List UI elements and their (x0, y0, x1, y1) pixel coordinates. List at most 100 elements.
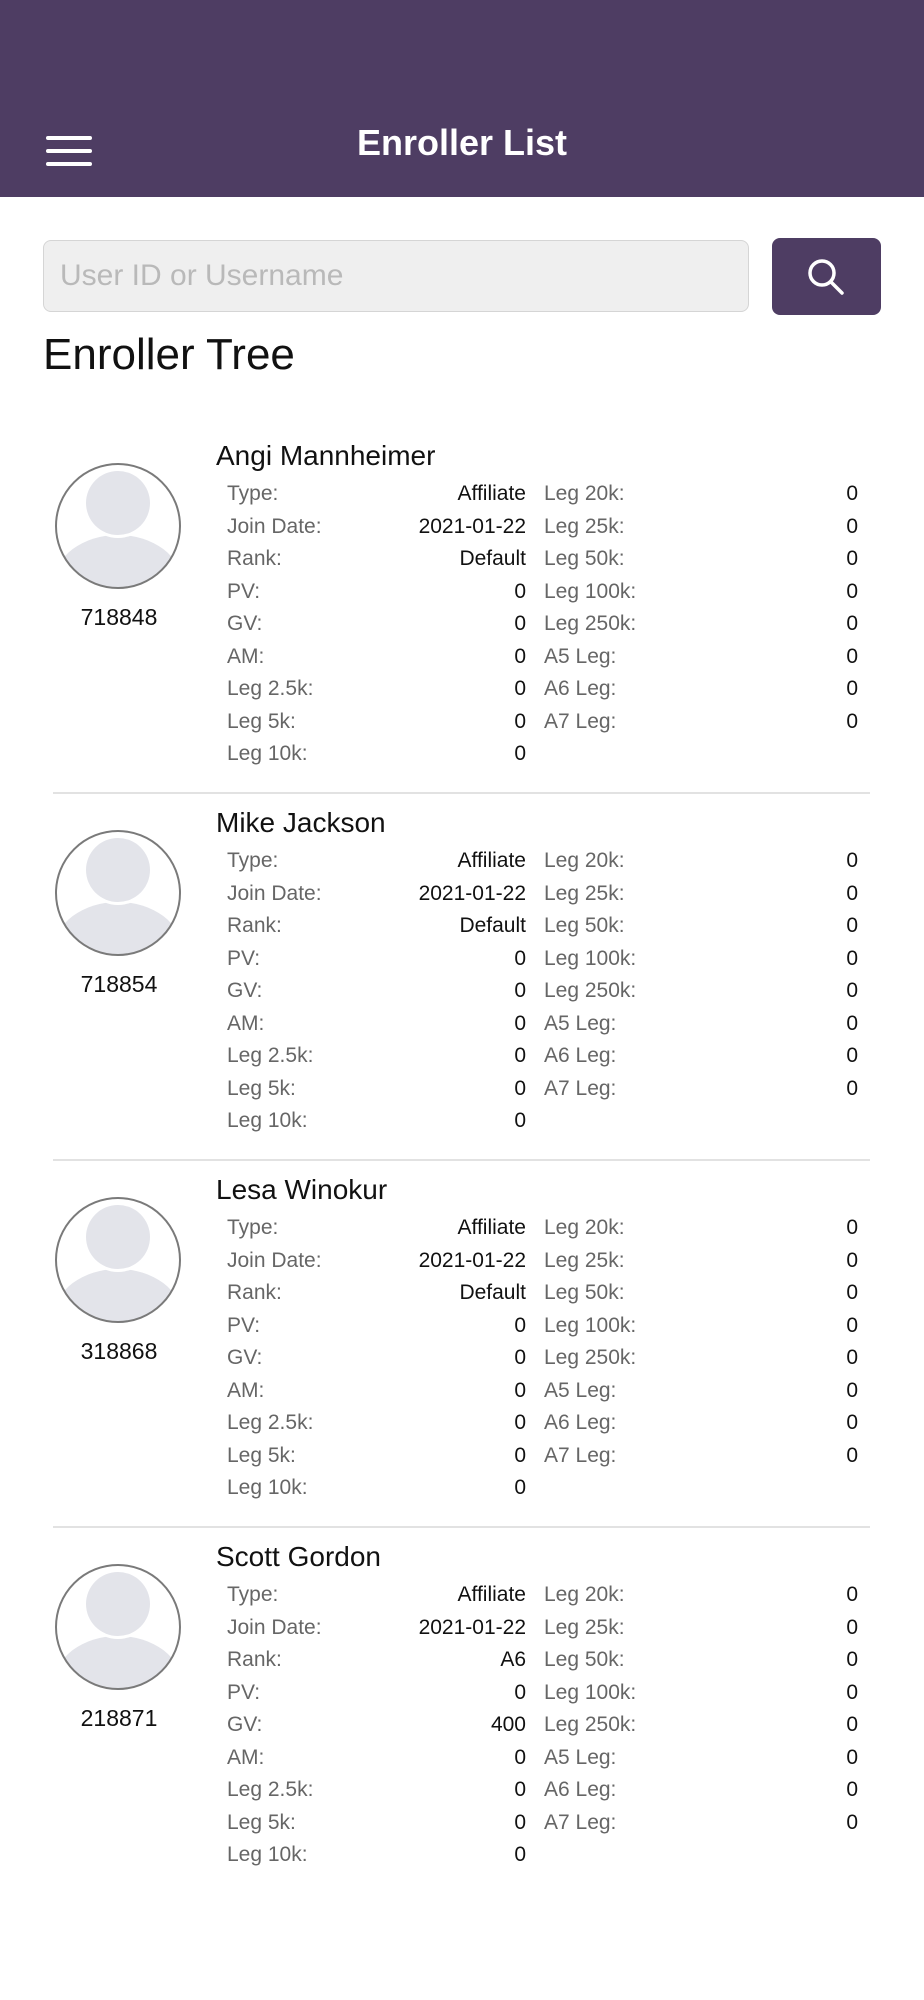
stat-row-leg-250k: Leg 250k: 0 (544, 976, 858, 1006)
search-icon (808, 259, 844, 295)
stat-value: 2021-01-22 (418, 1248, 526, 1272)
page-title: Enroller List (356, 122, 568, 163)
stat-label: Leg 20k: (544, 1583, 625, 1606)
stat-row-leg-50k: Leg 50k: 0 (544, 1645, 858, 1675)
stat-value: 0 (846, 1378, 858, 1402)
member-name[interactable]: Mike Jackson (216, 807, 386, 839)
stat-value: A6 (500, 1648, 526, 1671)
stat-label: Leg 20k: (544, 1216, 625, 1239)
stat-label: PV: (227, 1313, 261, 1337)
stat-row-a7-leg: A7 Leg: 0 (544, 1441, 858, 1471)
stat-value: 0 (846, 1346, 858, 1369)
stat-label: Leg 20k: (544, 849, 625, 872)
stat-label: Leg 5k: (227, 1443, 296, 1467)
stat-row-leg-25k: Leg 25k: 0 (544, 1246, 858, 1276)
stat-value: 0 (514, 1443, 526, 1467)
stat-value: 0 (846, 709, 858, 733)
stat-label: Leg 10k: (227, 1109, 308, 1132)
stat-value: 0 (846, 1281, 858, 1304)
stat-label: Leg 25k: (544, 514, 625, 538)
stat-label: A7 Leg: (544, 1076, 617, 1100)
stat-label: Leg 2.5k: (227, 1411, 314, 1434)
stat-row-leg-25k: Leg 25k: 0 (544, 1613, 858, 1643)
stat-value: 0 (846, 677, 858, 700)
stat-label: Leg 25k: (544, 1615, 625, 1639)
stat-label: A6 Leg: (544, 677, 617, 700)
stat-value: 0 (846, 946, 858, 970)
stat-row-rank: Rank: Default (227, 911, 526, 941)
stat-label: AM: (227, 1745, 265, 1769)
stat-label: Leg 2.5k: (227, 677, 314, 700)
enroller-card[interactable]: 718848 Angi Mannheimer Type: Affiliate Join … (0, 427, 924, 794)
stat-label: Type: (227, 1216, 279, 1239)
stat-label: Rank: (227, 1648, 282, 1671)
stat-label: Leg 2.5k: (227, 1778, 314, 1801)
stat-row-a6-leg: A6 Leg: 0 (544, 674, 858, 704)
stat-value: 2021-01-22 (418, 881, 526, 905)
stat-label: Leg 50k: (544, 914, 625, 937)
stat-label: Leg 10k: (227, 1476, 308, 1499)
stat-row-type: Type: Affiliate (227, 1213, 526, 1243)
stat-row-am: AM: 0 (227, 642, 526, 672)
stat-label: PV: (227, 946, 261, 970)
stat-label: AM: (227, 1378, 265, 1402)
stat-label: Rank: (227, 547, 282, 570)
enroller-card[interactable]: 318868 Lesa Winokur Type: Affiliate Join Dat… (0, 1161, 924, 1528)
stat-label: Join Date: (227, 1615, 322, 1639)
stat-value: Default (459, 547, 526, 570)
stat-label: GV: (227, 1346, 263, 1369)
user-avatar-icon (54, 829, 182, 957)
stat-value: 0 (514, 1346, 526, 1369)
stat-label: GV: (227, 979, 263, 1002)
stat-value: 0 (514, 677, 526, 700)
stat-value: 0 (514, 1745, 526, 1769)
stat-label: Join Date: (227, 1248, 322, 1272)
stat-row-gv: GV: 0 (227, 609, 526, 639)
enroller-card[interactable]: 718854 Mike Jackson Type: Affiliate Join Dat… (0, 794, 924, 1161)
stat-value: 0 (514, 1476, 526, 1499)
stat-row-join-date: Join Date: 2021-01-22 (227, 512, 526, 542)
stat-value: 400 (490, 1713, 526, 1736)
stat-value: 0 (846, 1583, 858, 1606)
member-name[interactable]: Scott Gordon (216, 1541, 381, 1573)
stat-label: Leg 5k: (227, 1076, 296, 1100)
stat-label: Leg 25k: (544, 881, 625, 905)
stat-value: 0 (514, 742, 526, 765)
stat-label: Leg 250k: (544, 612, 637, 635)
stat-row-leg-20k: Leg 20k: 0 (544, 846, 858, 876)
stat-label: Leg 250k: (544, 979, 637, 1002)
stat-row-pv: PV: 0 (227, 1311, 526, 1341)
member-name[interactable]: Lesa Winokur (216, 1174, 387, 1206)
stat-row-type: Type: Affiliate (227, 1580, 526, 1610)
member-name[interactable]: Angi Mannheimer (216, 440, 435, 472)
stat-value: Affiliate (457, 482, 527, 505)
stat-row-gv: GV: 0 (227, 976, 526, 1006)
enroller-card[interactable]: 218871 Scott Gordon Type: Affiliate Join Dat… (0, 1528, 924, 1895)
app-header: Enroller List (0, 0, 924, 197)
stat-label: Join Date: (227, 514, 322, 538)
stat-row-a5-leg: A5 Leg: 0 (544, 1743, 858, 1773)
stat-row-join-date: Join Date: 2021-01-22 (227, 879, 526, 909)
stat-label: Leg 5k: (227, 1810, 296, 1834)
stat-value: 0 (846, 1248, 858, 1272)
stat-value: 0 (846, 1648, 858, 1671)
stat-label: Leg 20k: (544, 482, 625, 505)
stat-value: 0 (514, 1680, 526, 1704)
stat-label: Type: (227, 1583, 279, 1606)
stat-row-type: Type: Affiliate (227, 846, 526, 876)
stat-value: 0 (846, 914, 858, 937)
stat-label: A7 Leg: (544, 1810, 617, 1834)
stat-value: 0 (514, 1843, 526, 1866)
stat-value: 0 (514, 1011, 526, 1035)
stat-label: Rank: (227, 1281, 282, 1304)
search-input[interactable] (43, 240, 749, 312)
stat-label: Leg 250k: (544, 1346, 637, 1369)
stat-row-leg-20k: Leg 20k: 0 (544, 1580, 858, 1610)
stat-label: Rank: (227, 914, 282, 937)
stat-row-leg-50k: Leg 50k: 0 (544, 544, 858, 574)
stat-value: 2021-01-22 (418, 514, 526, 538)
search-button[interactable] (772, 238, 881, 315)
stat-row-a7-leg: A7 Leg: 0 (544, 1808, 858, 1838)
stat-row-a7-leg: A7 Leg: 0 (544, 707, 858, 737)
stat-value: 0 (514, 979, 526, 1002)
